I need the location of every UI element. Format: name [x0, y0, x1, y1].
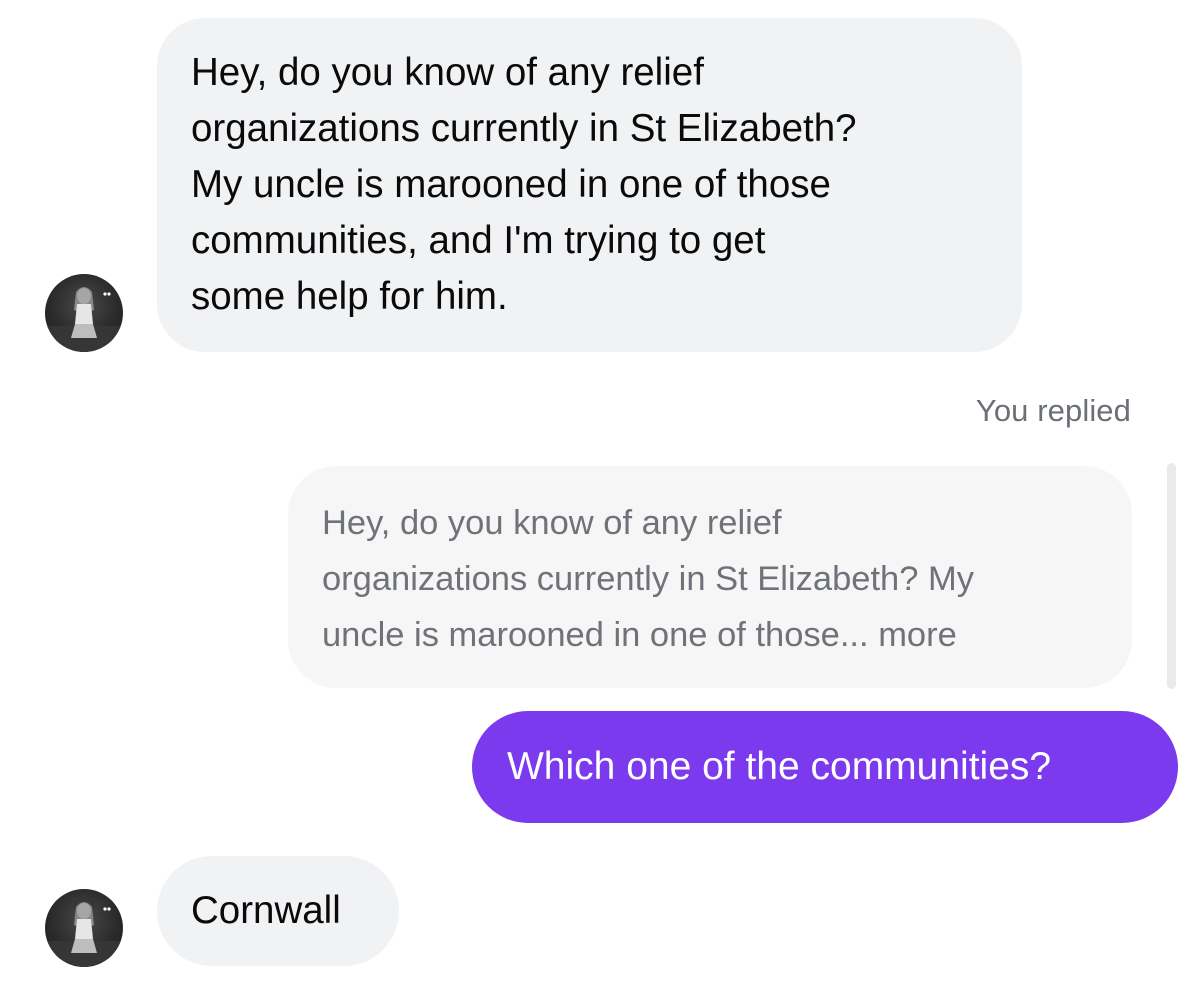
person-photo-icon: [45, 902, 123, 967]
replied-label: You replied: [975, 393, 1131, 428]
message-line: organizations currently in St Elizabeth?: [191, 107, 857, 150]
incoming-message-bubble[interactable]: Hey, do you know of any relief organizat…: [157, 18, 1022, 352]
quoted-line-with-more: uncle is marooned in one of those... mor…: [322, 607, 1098, 663]
message-line: My uncle is marooned in one of those: [191, 163, 831, 206]
message-line: some help for him.: [191, 275, 508, 318]
incoming-message-text: Cornwall: [191, 889, 341, 932]
quoted-message-preview[interactable]: Hey, do you know of any relief organizat…: [288, 466, 1132, 688]
quoted-line: Hey, do you know of any relief: [322, 504, 782, 542]
quoted-line: uncle is marooned in one of those...: [322, 616, 869, 654]
quote-indicator-bar: [1167, 463, 1176, 689]
message-line: communities, and I'm trying to get: [191, 219, 766, 262]
outgoing-message-text: Which one of the communities?: [507, 745, 1052, 788]
more-link[interactable]: more: [878, 616, 957, 654]
outgoing-message-bubble[interactable]: Which one of the communities?: [472, 711, 1178, 823]
sender-avatar[interactable]: [45, 889, 123, 967]
quoted-line: organizations currently in St Elizabeth?…: [322, 560, 974, 598]
sender-avatar[interactable]: [45, 274, 123, 352]
person-photo-icon: [45, 287, 123, 352]
message-line: Hey, do you know of any relief: [191, 51, 704, 94]
incoming-message-bubble[interactable]: Cornwall: [157, 856, 399, 966]
